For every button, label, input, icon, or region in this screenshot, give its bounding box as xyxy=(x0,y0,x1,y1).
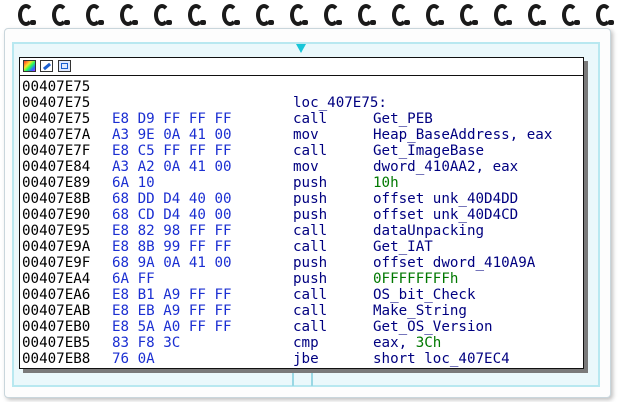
graph-overview-icon[interactable] xyxy=(58,60,71,72)
operand: Get_OS_Version xyxy=(373,319,493,335)
address: 00407EAB xyxy=(22,303,91,319)
opcode-bytes: 76 0A xyxy=(112,351,155,367)
operand: 0FFFFFFFFh xyxy=(373,271,459,287)
binding-ring xyxy=(154,4,172,26)
opcode-bytes: 68 CD D4 40 00 xyxy=(112,207,232,223)
address: 00407E8B xyxy=(22,191,91,207)
outgoing-edge-right xyxy=(311,372,313,386)
mnemonic: push xyxy=(293,191,328,207)
address: 00407E75 xyxy=(22,79,91,95)
address: 00407EB5 xyxy=(22,335,91,351)
mnemonic: cmp xyxy=(293,335,319,351)
binding-ring xyxy=(52,4,70,26)
operand: dataUnpacking xyxy=(373,223,485,239)
mnemonic: call xyxy=(293,111,328,127)
binding-ring xyxy=(256,4,274,26)
address: 00407E7A xyxy=(22,127,91,143)
mnemonic: call xyxy=(293,319,328,335)
opcode-bytes: 83 F8 3C xyxy=(112,335,181,351)
address: 00407E9A xyxy=(22,239,91,255)
operand: dword_410AA2, eax xyxy=(373,159,519,175)
operand: short loc_407EC4 xyxy=(373,351,510,367)
address: 00407E9F xyxy=(22,255,91,271)
address: 00407E7F xyxy=(22,143,91,159)
mnemonic: call xyxy=(293,287,328,303)
opcode-bytes: E8 5A A0 FF FF xyxy=(112,319,232,335)
operand: Make_String xyxy=(373,303,467,319)
binding-ring xyxy=(120,4,138,26)
mnemonic: call xyxy=(293,223,328,239)
mnemonic: call xyxy=(293,239,328,255)
opcode-bytes: 6A 10 xyxy=(112,175,155,191)
mnemonic: push xyxy=(293,271,328,287)
binding-ring xyxy=(392,4,410,26)
mnemonic: call xyxy=(293,303,328,319)
opcode-bytes: E8 C5 FF FF FF xyxy=(112,143,232,159)
opcode-bytes: 68 9A 0A 41 00 xyxy=(112,255,232,271)
binding-ring xyxy=(290,4,308,26)
address: 00407E75 xyxy=(22,95,91,111)
binding-ring xyxy=(460,4,478,26)
address: 00407E89 xyxy=(22,175,91,191)
binding-ring xyxy=(86,4,104,26)
mnemonic: mov xyxy=(293,159,319,175)
binding-ring xyxy=(562,4,580,26)
binding-ring xyxy=(188,4,206,26)
binding-ring xyxy=(358,4,376,26)
address: 00407E90 xyxy=(22,207,91,223)
operand: eax, 3Ch xyxy=(373,335,442,351)
operand: Get_PEB xyxy=(373,111,433,127)
mnemonic: push xyxy=(293,255,328,271)
binding-ring xyxy=(222,4,240,26)
opcode-bytes: 68 DD D4 40 00 xyxy=(112,191,232,207)
operand: offset dword_410A9A xyxy=(373,255,536,271)
code-label: loc_407E75: xyxy=(293,95,387,111)
opcode-bytes: E8 8B 99 FF FF xyxy=(112,239,232,255)
mnemonic: push xyxy=(293,175,328,191)
opcode-bytes: E8 EB A9 FF FF xyxy=(112,303,232,319)
operand: Heap_BaseAddress, eax xyxy=(373,127,553,143)
opcode-bytes: A3 A2 0A 41 00 xyxy=(112,159,232,175)
binding-ring xyxy=(18,4,36,26)
incoming-edge-arrow xyxy=(296,44,306,53)
mnemonic: push xyxy=(293,207,328,223)
address: 00407EB0 xyxy=(22,319,91,335)
opcode-bytes: E8 82 98 FF FF xyxy=(112,223,232,239)
operand: Get_ImageBase xyxy=(373,143,485,159)
binding-ring xyxy=(426,4,444,26)
opcode-bytes: A3 9E 0A 41 00 xyxy=(112,127,232,143)
operand: offset unk_40D4CD xyxy=(373,207,519,223)
code-block-node[interactable]: 00407E75 00407E75 loc_407E75: 00407E75 E8 D9… xyxy=(19,57,584,369)
binding-ring xyxy=(528,4,546,26)
operand: 10h xyxy=(373,175,399,191)
operand: offset unk_40D4DD xyxy=(373,191,519,207)
mnemonic: call xyxy=(293,143,328,159)
color-palette-icon[interactable] xyxy=(23,60,36,72)
address: 00407EB8 xyxy=(22,351,91,367)
address: 00407EA6 xyxy=(22,287,91,303)
binding-ring xyxy=(324,4,342,26)
address: 00407E75 xyxy=(22,111,91,127)
address: 00407E95 xyxy=(22,223,91,239)
address: 00407EA4 xyxy=(22,271,91,287)
node-header xyxy=(20,58,583,76)
opcode-bytes: E8 D9 FF FF FF xyxy=(112,111,232,127)
binding-ring xyxy=(494,4,512,26)
binding-ring xyxy=(596,4,614,26)
opcode-bytes: 6A FF xyxy=(112,271,155,287)
opcode-bytes: E8 B1 A9 FF FF xyxy=(112,287,232,303)
mnemonic: mov xyxy=(293,127,319,143)
operand: OS_bit_Check xyxy=(373,287,476,303)
outgoing-edge-left xyxy=(292,372,294,386)
operand: Get_IAT xyxy=(373,239,433,255)
mnemonic: jbe xyxy=(293,351,319,367)
edit-icon[interactable] xyxy=(40,60,53,72)
address: 00407E84 xyxy=(22,159,91,175)
